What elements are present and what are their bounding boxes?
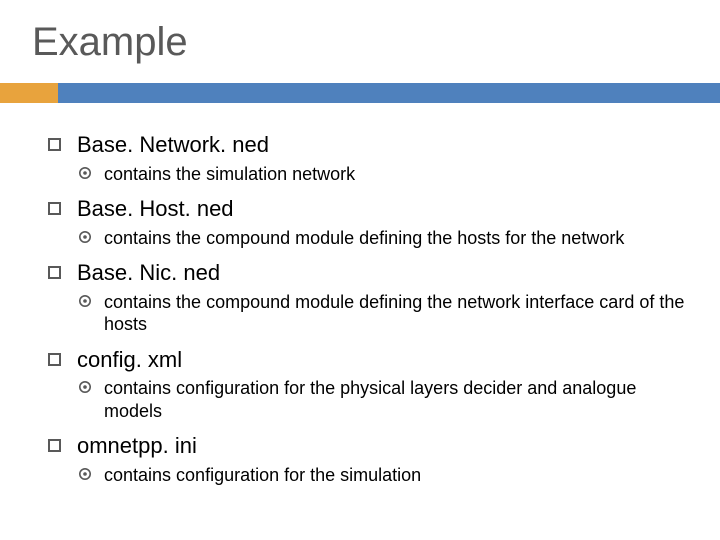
- list-subitem-label: contains configuration for the physical …: [104, 377, 692, 422]
- target-bullet-icon: [78, 467, 92, 481]
- list-subitem-label: contains configuration for the simulatio…: [104, 464, 421, 487]
- list-item: Base. Host. ned: [48, 195, 692, 223]
- target-bullet-icon: [78, 294, 92, 308]
- list-item-label: Base. Nic. ned: [77, 259, 220, 287]
- list-item: omnetpp. ini: [48, 432, 692, 460]
- list-subitem-label: contains the simulation network: [104, 163, 355, 186]
- square-bullet-icon: [48, 202, 61, 215]
- square-bullet-icon: [48, 138, 61, 151]
- list-subitem: contains configuration for the physical …: [48, 377, 692, 422]
- list-item: config. xml: [48, 346, 692, 374]
- list-item-label: config. xml: [77, 346, 182, 374]
- list-item-label: Base. Network. ned: [77, 131, 269, 159]
- accent-bar: [0, 83, 720, 103]
- target-bullet-icon: [78, 166, 92, 180]
- list-item-label: Base. Host. ned: [77, 195, 234, 223]
- list-item: Base. Network. ned: [48, 131, 692, 159]
- list-item-label: omnetpp. ini: [77, 432, 197, 460]
- slide: Example Base. Network. ned contains the …: [0, 0, 720, 540]
- target-bullet-icon: [78, 380, 92, 394]
- slide-content: Base. Network. ned contains the simulati…: [0, 131, 720, 486]
- list-subitem: contains the compound module defining th…: [48, 227, 692, 250]
- target-bullet-icon: [78, 230, 92, 244]
- list-subitem-label: contains the compound module defining th…: [104, 227, 624, 250]
- list-subitem-label: contains the compound module defining th…: [104, 291, 692, 336]
- list-subitem: contains configuration for the simulatio…: [48, 464, 692, 487]
- accent-bar-blue: [58, 83, 720, 103]
- slide-title: Example: [0, 20, 720, 65]
- list-item: Base. Nic. ned: [48, 259, 692, 287]
- accent-bar-orange: [0, 83, 58, 103]
- square-bullet-icon: [48, 353, 61, 366]
- square-bullet-icon: [48, 439, 61, 452]
- square-bullet-icon: [48, 266, 61, 279]
- list-subitem: contains the compound module defining th…: [48, 291, 692, 336]
- list-subitem: contains the simulation network: [48, 163, 692, 186]
